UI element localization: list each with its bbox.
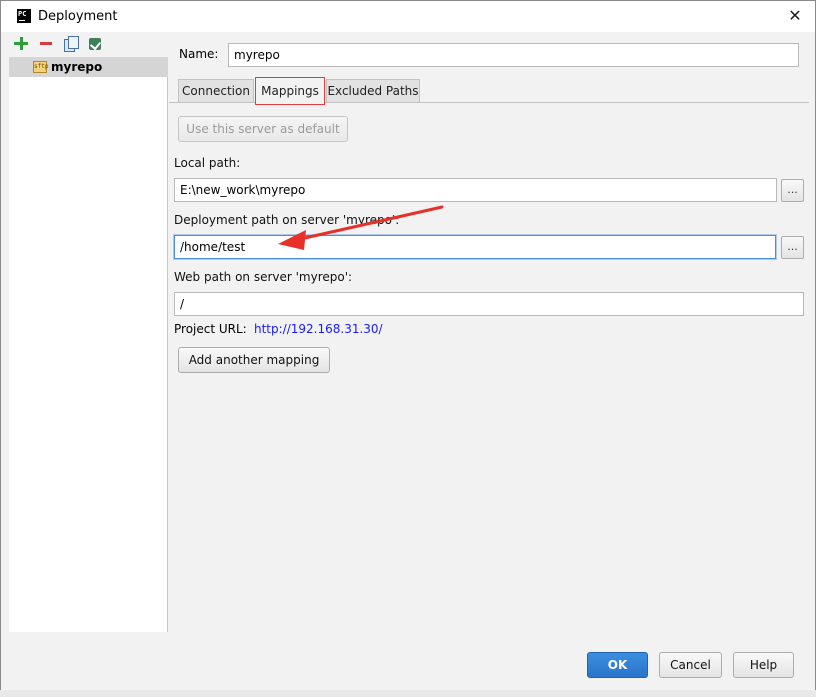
cancel-button[interactable]: Cancel	[659, 652, 722, 678]
server-toolbar	[9, 32, 168, 57]
tab-mappings[interactable]: Mappings	[255, 77, 325, 105]
deployment-path-input[interactable]: /home/test	[174, 235, 776, 259]
deployment-dialog: PC Deployment ✕ sftp myrepo Name: myrepo…	[0, 0, 816, 690]
add-another-mapping-button[interactable]: Add another mapping	[178, 347, 330, 373]
tab-excluded-paths[interactable]: Excluded Paths	[326, 79, 420, 103]
help-button[interactable]: Help	[733, 652, 794, 678]
pycharm-app-icon: PC	[17, 9, 31, 23]
sftp-icon: sftp	[33, 61, 48, 73]
server-list-panel: sftp myrepo	[9, 32, 168, 632]
web-path-label: Web path on server 'myrepo':	[174, 270, 353, 284]
project-url-label: Project URL:	[174, 322, 247, 336]
remove-icon[interactable]	[38, 36, 54, 52]
server-item-label: myrepo	[51, 60, 103, 74]
use-as-default-button[interactable]: Use this server as default	[178, 116, 348, 142]
local-path-label: Local path:	[174, 156, 241, 170]
copy-icon[interactable]	[63, 36, 79, 52]
add-icon[interactable]	[13, 36, 29, 52]
tab-connection[interactable]: Connection	[178, 79, 254, 103]
title-bar: PC Deployment ✕	[1, 1, 815, 32]
local-path-input[interactable]: E:\new_work\myrepo	[174, 178, 777, 202]
window-title: Deployment	[38, 9, 118, 24]
name-label: Name:	[179, 47, 219, 61]
name-input[interactable]: myrepo	[228, 43, 799, 67]
web-path-input[interactable]: /	[174, 292, 804, 316]
deployment-path-browse-button[interactable]: ...	[781, 236, 804, 259]
project-url-link[interactable]: http://192.168.31.30/	[254, 322, 383, 336]
ok-button[interactable]: OK	[587, 652, 648, 678]
background-taskbar	[0, 690, 816, 697]
use-as-default-icon[interactable]	[87, 36, 103, 52]
deployment-path-label: Deployment path on server 'myrepo':	[174, 213, 400, 227]
server-item-myrepo[interactable]: sftp myrepo	[9, 57, 168, 77]
close-icon[interactable]: ✕	[785, 6, 805, 26]
local-path-browse-button[interactable]: ...	[781, 179, 804, 202]
